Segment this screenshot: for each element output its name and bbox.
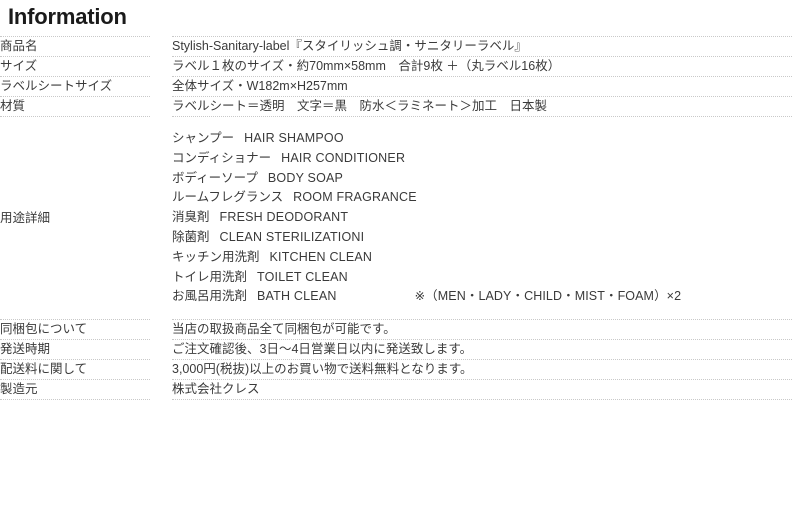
- table-bottom-rule: [0, 399, 792, 401]
- usage-label-en: HAIR CONDITIONER: [281, 150, 406, 165]
- usage-label-en: KITCHEN CLEAN: [269, 249, 373, 264]
- column-gap: [150, 56, 172, 76]
- column-gap: [150, 76, 172, 96]
- column-gap: [150, 319, 172, 339]
- usage-label-en: BATH CLEAN: [257, 289, 337, 304]
- table-row: ラベルシートサイズ 全体サイズ・W182m×H257mm: [0, 76, 792, 96]
- list-item: 除菌剤 CLEAN STERILIZATIONI: [172, 228, 792, 248]
- row-value: ラベル１枚のサイズ・約70mm×58mm 合計9枚 ＋（丸ラベル16枚）: [172, 56, 792, 76]
- column-gap: [150, 96, 172, 116]
- list-item: ボディーソープ BODY SOAP: [172, 169, 792, 189]
- usage-label-en: ROOM FRAGRANCE: [293, 190, 417, 205]
- list-item: シャンプー HAIR SHAMPOO: [172, 129, 792, 149]
- product-information-table: 商品名 Stylish-Sanitary-label『スタイリッシュ調・サニタリ…: [0, 36, 792, 401]
- row-value: シャンプー HAIR SHAMPOO コンディショナー HAIR CONDITION…: [172, 116, 792, 319]
- usage-label-jp: キッチン用洗剤: [172, 249, 260, 264]
- row-label: 製造元: [0, 379, 150, 399]
- list-item: 消臭剤 FRESH DEODORANT: [172, 208, 792, 228]
- table-row: サイズ ラベル１枚のサイズ・約70mm×58mm 合計9枚 ＋（丸ラベル16枚）: [0, 56, 792, 76]
- row-label: 用途詳細: [0, 116, 150, 319]
- usage-label-jp: トイレ用洗剤: [172, 269, 248, 284]
- row-label: 発送時期: [0, 339, 150, 359]
- list-item: キッチン用洗剤 KITCHEN CLEAN: [172, 248, 792, 268]
- usage-label-en: TOILET CLEAN: [257, 269, 348, 284]
- usage-label-en: HAIR SHAMPOO: [244, 131, 344, 145]
- usage-label-en: FRESH DEODORANT: [219, 210, 349, 225]
- row-value: ラベルシート＝透明 文字＝黒 防水＜ラミネート＞加工 日本製: [172, 96, 792, 116]
- row-label: サイズ: [0, 56, 150, 76]
- row-value: 株式会社クレス: [172, 379, 792, 399]
- information-page: Information 商品名 Stylish-Sanitary-label『ス…: [0, 0, 801, 520]
- row-label: 同梱包について: [0, 319, 150, 339]
- usage-label-en: BODY SOAP: [267, 170, 344, 185]
- list-item: ルームフレグランス ROOM FRAGRANCE: [172, 188, 792, 208]
- list-item: お風呂用洗剤 BATH CLEAN ※（MEN・LADY・CHILD・MIST・FO…: [172, 287, 792, 307]
- row-label: 材質: [0, 96, 150, 116]
- usage-label-jp: 除菌剤: [172, 229, 210, 244]
- column-gap: [150, 359, 172, 379]
- column-gap: [150, 379, 172, 399]
- table-row: 同梱包について 当店の取扱商品全て同梱包が可能です。: [0, 319, 792, 339]
- bottom-rule-left: [0, 399, 150, 401]
- usage-list: シャンプー HAIR SHAMPOO コンディショナー HAIR CONDITION…: [172, 129, 792, 307]
- usage-variant-note: ※（MEN・LADY・CHILD・MIST・FOAM）×2: [414, 289, 682, 304]
- row-value: ご注文確認後、3日〜4日営業日以内に発送致します。: [172, 339, 792, 359]
- usage-label-jp: シャンプー: [172, 131, 235, 145]
- usage-label-jp: ルームフレグランス: [172, 190, 284, 205]
- row-value: 当店の取扱商品全て同梱包が可能です。: [172, 319, 792, 339]
- row-value: 3,000円(税抜)以上のお買い物で送料無料となります。: [172, 359, 792, 379]
- usage-label-en: CLEAN STERILIZATIONI: [219, 229, 365, 244]
- column-gap: [150, 116, 172, 319]
- list-item: トイレ用洗剤 TOILET CLEAN: [172, 268, 792, 288]
- usage-label-jp: ボディーソープ: [172, 170, 258, 185]
- column-gap: [150, 339, 172, 359]
- page-title: Information: [8, 4, 127, 29]
- table-row: 材質 ラベルシート＝透明 文字＝黒 防水＜ラミネート＞加工 日本製: [0, 96, 792, 116]
- row-label: 商品名: [0, 36, 150, 56]
- table-row: 製造元 株式会社クレス: [0, 379, 792, 399]
- table-row: 商品名 Stylish-Sanitary-label『スタイリッシュ調・サニタリ…: [0, 36, 792, 56]
- table-body: 商品名 Stylish-Sanitary-label『スタイリッシュ調・サニタリ…: [0, 36, 792, 401]
- usage-label-jp: 消臭剤: [172, 210, 210, 225]
- column-gap: [150, 36, 172, 56]
- row-value: Stylish-Sanitary-label『スタイリッシュ調・サニタリーラベル…: [172, 36, 792, 56]
- bottom-rule-right: [172, 399, 792, 401]
- row-label: ラベルシートサイズ: [0, 76, 150, 96]
- column-gap: [150, 399, 172, 400]
- usage-label-jp: コンディショナー: [172, 150, 272, 165]
- table-row-usage-detail: 用途詳細 シャンプー HAIR SHAMPOO コンディショナー HAIR COND…: [0, 116, 792, 319]
- table-row: 発送時期 ご注文確認後、3日〜4日営業日以内に発送致します。: [0, 339, 792, 359]
- table-row: 配送料に関して 3,000円(税抜)以上のお買い物で送料無料となります。: [0, 359, 792, 379]
- list-item: コンディショナー HAIR CONDITIONER: [172, 149, 792, 169]
- usage-label-jp: お風呂用洗剤: [172, 289, 248, 304]
- row-value: 全体サイズ・W182m×H257mm: [172, 76, 792, 96]
- row-label: 配送料に関して: [0, 359, 150, 379]
